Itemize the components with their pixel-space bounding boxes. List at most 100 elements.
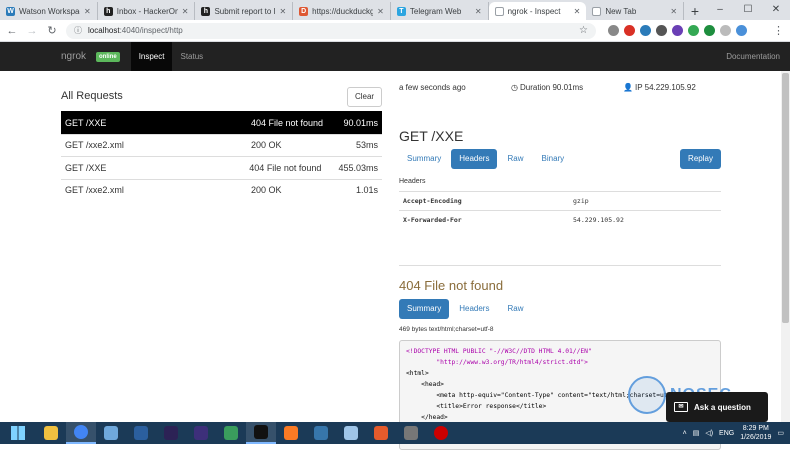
browser-tab[interactable]: h Submit report to D ✕ [195, 2, 294, 20]
brand[interactable]: ngrok [61, 51, 86, 62]
new-tab-button[interactable]: + [684, 2, 706, 20]
taskbar-app-green-icon[interactable] [216, 422, 246, 444]
tab-favicon-icon: D [299, 6, 309, 16]
forward-icon[interactable]: → [26, 25, 38, 37]
tab-close-icon[interactable]: ✕ [279, 7, 286, 16]
browser-tab[interactable]: New Tab ✕ [586, 2, 685, 20]
response-tab-headers[interactable]: Headers [451, 299, 497, 319]
tab-close-icon[interactable]: ✕ [574, 7, 581, 16]
request-tab-summary[interactable]: Summary [399, 149, 449, 169]
tab-close-icon[interactable]: ✕ [670, 7, 677, 16]
browser-tabstrip: WWatson Workspace✕hInbox - HackerOne✕hSu… [0, 0, 790, 20]
tab-title: Submit report to D [214, 6, 276, 16]
extension-icon[interactable] [704, 25, 715, 36]
taskbar-terminal-icon[interactable] [246, 422, 276, 444]
nav-status[interactable]: Status [172, 42, 211, 71]
bookmark-star-icon[interactable]: ☆ [579, 25, 588, 36]
taskbar-python-icon[interactable] [306, 422, 336, 444]
extension-icon[interactable] [640, 25, 651, 36]
tab-title: ngrok - Inspect [507, 6, 561, 16]
window-controls: – ☐ ✕ [706, 0, 790, 20]
request-tab-raw[interactable]: Raw [499, 149, 531, 169]
taskbar-eclipse-2-icon[interactable] [186, 422, 216, 444]
tab-close-icon[interactable]: ✕ [377, 7, 384, 16]
info-icon[interactable]: ⓘ [74, 25, 82, 36]
browser-tab[interactable]: T Telegram Web ✕ [391, 2, 489, 20]
tab-title: Inbox - HackerOne [116, 6, 178, 16]
chevron-up-icon[interactable]: ˄ [683, 430, 687, 437]
request-tab-headers[interactable]: Headers [451, 149, 498, 169]
clear-button[interactable]: Clear [347, 87, 382, 107]
shield-icon [628, 376, 666, 414]
scrollbar-thumb[interactable] [782, 73, 789, 323]
browser-menu-icon[interactable]: ⋮ [773, 24, 784, 37]
taskbar-record-icon[interactable] [426, 422, 456, 444]
user-icon: 👤 [623, 83, 633, 92]
request-status: 200 OK [251, 140, 282, 151]
code-line: "http://www.w3.org/TR/html4/strict.dtd"> [406, 359, 588, 366]
url-input[interactable]: ⓘ localhost:4040/inspect/http ☆ [66, 22, 596, 39]
response-tab-summary[interactable]: Summary [399, 299, 450, 319]
browser-tab[interactable]: W Watson Workspace ✕ [0, 2, 98, 20]
request-row[interactable]: GET /xxe2.xml 200 OK 1.01s [61, 178, 382, 202]
ask-label: Ask a question [694, 402, 751, 412]
maximize-button[interactable]: ☐ [734, 0, 762, 20]
request-row[interactable]: GET /XXE 404 File not found 455.03ms [61, 156, 382, 179]
request-row[interactable]: GET /xxe2.xml 200 OK 53ms [61, 133, 382, 157]
extension-icon[interactable] [720, 25, 731, 36]
taskbar-chrome-icon[interactable] [66, 422, 96, 444]
header-key: X-Forwarded-For [403, 216, 462, 224]
header-value: 54.229.105.92 [573, 216, 624, 224]
nav-inspect[interactable]: Inspect [130, 42, 173, 71]
ask-question-button[interactable]: ✉ Ask a question [666, 392, 768, 422]
start-button[interactable] [0, 422, 36, 444]
tab-title: New Tab [605, 6, 637, 16]
taskbar-file-explorer-icon[interactable] [36, 422, 66, 444]
request-status: 404 File not found [251, 117, 324, 128]
windows-icon [11, 426, 25, 440]
extension-icon[interactable] [736, 25, 747, 36]
request-request: GET /XXE [65, 117, 107, 128]
taskbar-eclipse-icon[interactable] [156, 422, 186, 444]
page-scrollbar[interactable] [781, 71, 790, 422]
minimize-button[interactable]: – [706, 0, 734, 20]
taskbar-virtualbox-icon[interactable] [126, 422, 156, 444]
request-status: 404 File not found [249, 162, 322, 173]
browser-tab[interactable]: ngrok - Inspect ✕ [488, 2, 587, 20]
browser-tab[interactable]: h Inbox - HackerOne ✕ [98, 2, 196, 20]
taskbar-tool-icon[interactable] [336, 422, 366, 444]
taskbar-app-gray-icon[interactable] [396, 422, 426, 444]
back-icon[interactable]: ← [6, 25, 18, 37]
url-host: localhost [88, 26, 120, 35]
tab-close-icon[interactable]: ✕ [475, 7, 482, 16]
taskbar-xampp-icon[interactable] [276, 422, 306, 444]
clock-icon: ◷ [511, 83, 518, 92]
extension-icon[interactable] [672, 25, 683, 36]
replay-button[interactable]: Replay [680, 149, 721, 169]
volume-icon[interactable]: ◁) [705, 429, 713, 437]
requests-table: GET /XXE 404 File not found 90.01ms GET /xx… [61, 111, 382, 201]
request-duration: 1.01s [355, 185, 378, 196]
close-window-button[interactable]: ✕ [762, 0, 790, 20]
network-icon[interactable]: ▤ [693, 429, 700, 437]
browser-tab[interactable]: Dhttps://duckduckgo ✕ [293, 2, 391, 20]
tab-close-icon[interactable]: ✕ [182, 7, 189, 16]
extension-icon[interactable] [688, 25, 699, 36]
taskbar-burp-icon[interactable] [366, 422, 396, 444]
reload-icon[interactable]: ↻ [46, 24, 58, 37]
request-row[interactable]: GET /XXE 404 File not found 90.01ms [61, 111, 382, 134]
nav-documentation[interactable]: Documentation [726, 52, 780, 61]
language-indicator[interactable]: ENG [719, 430, 734, 437]
clock[interactable]: 8:29 PM 1/26/2019 [740, 424, 771, 442]
extension-icon[interactable] [656, 25, 667, 36]
tab-title: Watson Workspace [19, 6, 80, 16]
request-status: 200 OK [251, 185, 282, 196]
extension-icon[interactable] [624, 25, 635, 36]
taskbar-notepad-icon[interactable] [96, 422, 126, 444]
notification-icon[interactable]: ▭ [777, 429, 784, 437]
tab-close-icon[interactable]: ✕ [84, 7, 91, 16]
request-tab-binary[interactable]: Binary [534, 149, 573, 169]
extension-icon[interactable] [608, 25, 619, 36]
headers-table: Accept-Encoding gzip X-Forwarded-For 54.229… [399, 191, 721, 229]
response-tab-raw[interactable]: Raw [499, 299, 531, 319]
